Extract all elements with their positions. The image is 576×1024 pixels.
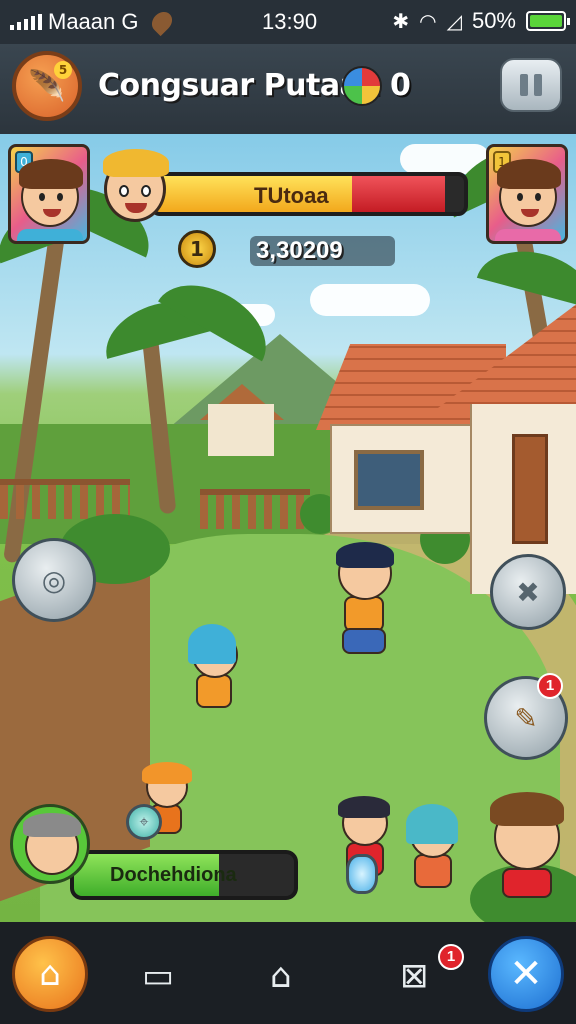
portrait-shirt [495,229,561,241]
target-icon: ◎ [41,563,67,597]
villager-dark-hair[interactable] [336,796,396,896]
house-door [512,434,548,544]
house-window [354,450,424,510]
profile-avatar-button[interactable]: 🪶 5 [12,51,82,121]
portrait-shirt [17,229,83,241]
home-icon: ⌂ [39,954,61,994]
home-outline-icon[interactable]: ⌂ [270,956,292,996]
hammer-icon: ✖ [516,575,540,609]
bluetooth-icon: ✱ [392,10,410,33]
gem-count: 0 [390,68,411,103]
portrait-face [497,159,561,227]
player-name-bar: Dochehdiona [70,850,298,900]
item-orb-button[interactable]: ⌖ [126,804,162,840]
cloud [310,284,430,316]
leaf-icon [147,7,176,37]
inventory-icon[interactable]: ⊠ [400,956,429,996]
portrait-left[interactable]: 0 [8,144,90,244]
nav-notification-badge: 1 [438,944,464,970]
bottom-nav: ⌂ ▭ ⌂ ⊠ 1 ✕ [0,922,576,1024]
boss-avatar [103,149,169,222]
villager-hooded[interactable] [186,624,246,720]
status-right: ✱ ◠ ◿ 50% [392,8,570,34]
progress-bar: TUtoaa [150,172,468,216]
village-house[interactable] [330,424,480,534]
pause-button[interactable] [500,58,562,112]
carrier-label: Maaan G [48,9,139,34]
wifi-icon: ◠ [419,10,437,33]
close-icon: ✕ [509,951,543,997]
cell-signal-icon: ◿ [446,10,462,33]
back-icon[interactable]: ▭ [142,956,174,996]
player-name: Dochehdiona [110,864,237,886]
villager-brown-hair[interactable] [484,792,570,902]
build-button[interactable]: ✖ [490,554,566,630]
game-title: Congsuar Putaan [98,68,381,103]
pause-icon-bar [534,74,542,96]
progress-label: TUtoaa [254,183,329,208]
game-header: 🪶 5 Congsuar Putaan 0 [0,44,576,134]
clock: 13:90 [262,9,318,34]
avatar-coin-badge: 5 [54,61,72,79]
progress-loss [352,176,446,212]
battery-percent: 50% [471,8,516,33]
gem-icon [342,66,382,106]
attack-notification-badge: 1 [537,673,563,699]
fence [200,489,310,529]
villager-teal-hood[interactable] [402,804,466,900]
player-character[interactable] [330,542,400,662]
attack-button[interactable]: ✎ 1 [484,673,568,760]
score-display: 3,30209 [250,236,395,266]
close-button[interactable]: ✕ [488,936,564,1012]
signal-icon [10,14,42,30]
battery-icon [526,11,570,31]
target-button[interactable]: ◎ [12,538,96,622]
player-avatar[interactable] [10,804,90,884]
pause-icon [520,74,528,96]
player-avatar-face [23,813,81,875]
status-bar: Maaan G 13:90 ✱ ◠ ◿ 50% [0,0,576,44]
game-scene[interactable]: 0 1 TUtoaa 1 3,30209 ⌖ ◎ ✖ ✎ 1 Dochehdio… [0,134,576,922]
sword-icon: ✎ [514,701,538,735]
portrait-face [19,159,83,227]
coin-icon: 1 [178,230,216,268]
home-button[interactable]: ⌂ [12,936,88,1012]
portrait-right[interactable]: 1 [486,144,568,244]
distant-house [208,404,274,456]
shield-icon [346,854,378,894]
fence [0,479,130,519]
